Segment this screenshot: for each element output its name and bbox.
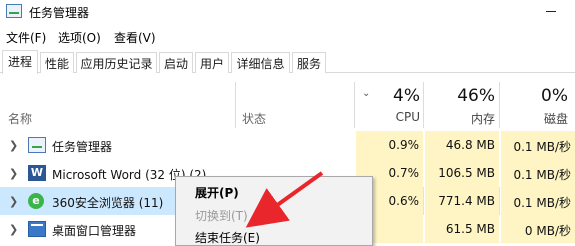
cpu-percent[interactable]: 4% [380,86,420,106]
task-manager-icon [6,4,22,18]
memory-value: 46.8 MB [424,131,499,159]
tab-users[interactable]: 用户 [195,52,229,73]
minimize-button[interactable] [546,11,556,12]
disk-value: 0.1 MB/秒 [500,159,575,187]
menu-item-end-task[interactable]: 结束任务(E) [176,225,372,246]
360-browser-icon: e [28,193,44,209]
process-row[interactable]: ❯ 任务管理器 0.9% 46.8 MB 0.1 MB/秒 [0,131,575,159]
chevron-right-icon[interactable]: ❯ [9,223,18,236]
disk-value: 0.1 MB/秒 [500,131,575,159]
tab-services[interactable]: 服务 [292,52,326,73]
disk-value: 0.1 MB/秒 [500,187,575,215]
process-name: 桌面窗口管理器 [52,224,137,238]
column-name[interactable]: 名称 [8,110,32,127]
memory-percent[interactable]: 46% [440,86,495,106]
tab-strip: 进程 性能 应用历史记录 启动 用户 详细信息 服务 [0,50,575,74]
column-memory[interactable]: 内存 [440,110,495,127]
memory-value: 61.5 MB [424,215,499,243]
sort-chevron-icon: ⌄ [362,88,371,99]
memory-value: 771.4 MB [424,187,499,215]
chevron-right-icon[interactable]: ❯ [9,139,18,152]
tab-details[interactable]: 详细信息 [231,52,290,73]
context-menu: 展开(P) 切换到(T) 结束任务(E) [175,176,373,246]
process-name: 任务管理器 [52,140,113,154]
chevron-right-icon[interactable]: ❯ [9,167,18,180]
tab-app-history[interactable]: 应用历史记录 [76,52,157,73]
column-status[interactable]: 状态 [242,110,266,127]
cpu-value: 0.9% [355,131,423,159]
disk-percent[interactable]: 0% [520,86,568,106]
menu-view[interactable]: 查看(V) [114,29,156,46]
task-manager-icon [28,137,46,153]
process-name: 360安全浏览器 (11) [52,196,164,210]
memory-value: 106.5 MB [424,159,499,187]
column-cpu[interactable]: CPU [380,110,420,124]
tab-processes[interactable]: 进程 [2,50,38,74]
desktop-window-manager-icon [28,221,46,237]
chevron-right-icon[interactable]: ❯ [9,195,18,208]
menu-item-switch-to[interactable]: 切换到(T) [176,203,372,225]
disk-value: 0 MB/秒 [500,215,575,243]
column-disk[interactable]: 磁盘 [520,110,568,127]
menu-item-expand[interactable]: 展开(P) [176,180,372,202]
column-divider [235,82,236,128]
column-divider [499,82,500,128]
tab-performance[interactable]: 性能 [40,52,74,73]
title-bar: 任务管理器 [0,0,575,24]
window-title: 任务管理器 [29,6,90,20]
word-icon: W [28,165,46,181]
column-divider [423,82,424,128]
column-divider [354,82,355,128]
tab-startup[interactable]: 启动 [159,52,193,73]
menu-options[interactable]: 选项(O) [58,29,101,46]
menu-file[interactable]: 文件(F) [6,29,46,46]
